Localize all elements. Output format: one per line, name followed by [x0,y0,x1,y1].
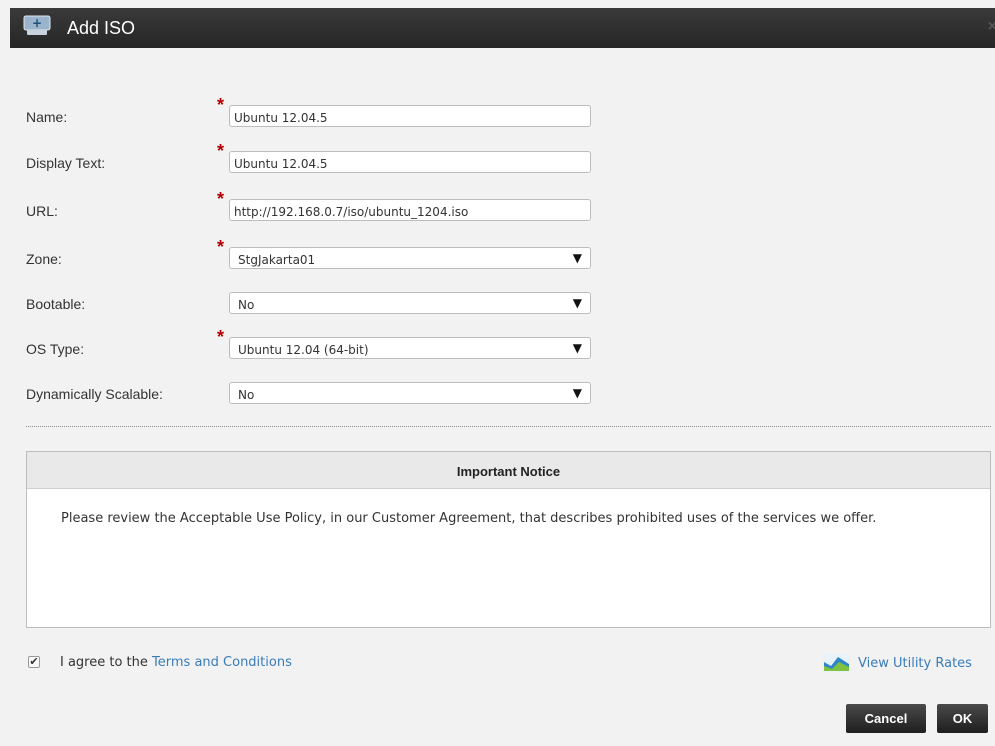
required-marker: * [217,141,225,161]
notice-body: Please review the Acceptable Use Policy,… [61,511,877,526]
close-icon[interactable]: × [988,18,995,36]
os-type-selected-value: Ubuntu 12.04 (64-bit) [238,343,369,357]
agree-checkbox[interactable]: ✔ [28,656,40,668]
zone-label: Zone: [26,251,62,267]
dialog-title: Add ISO [67,18,136,38]
name-label: Name: [26,109,68,125]
required-marker: * [217,327,225,347]
zone-row: Zone: * StgJakarta01 ▼ [0,237,995,275]
dynamically-scalable-label: Dynamically Scalable: [26,386,163,402]
dynamically-scalable-select[interactable]: No ▼ [229,382,591,404]
dynamically-scalable-selected-value: No [238,388,255,402]
dynamically-scalable-row: Dynamically Scalable: No ▼ [0,380,995,410]
required-marker: * [217,95,225,115]
dropdown-arrow-icon: ▼ [572,386,582,400]
dialog-title-bar: + Add ISO × [10,8,995,48]
dropdown-arrow-icon: ▼ [572,296,582,310]
agree-prefix: I agree to the [60,655,153,670]
url-input[interactable]: http://192.168.0.7/iso/ubuntu_1204.iso [229,199,591,221]
bootable-label: Bootable: [26,296,86,312]
dropdown-arrow-icon: ▼ [572,341,582,355]
display-text-row: Display Text: * Ubuntu 12.04.5 [0,141,995,179]
display-text-label: Display Text: [26,155,106,171]
required-marker: * [217,237,225,257]
svg-text:+: + [32,16,42,30]
terms-link[interactable]: Terms and Conditions [152,655,292,670]
bootable-selected-value: No [238,298,255,312]
os-type-select[interactable]: Ubuntu 12.04 (64-bit) ▼ [229,337,591,359]
name-input[interactable]: Ubuntu 12.04.5 [229,105,591,127]
url-label: URL: [26,203,58,219]
section-divider [26,426,991,427]
bootable-select[interactable]: No ▼ [229,292,591,314]
view-utility-rates[interactable]: View Utility Rates [823,653,972,673]
cancel-button[interactable]: Cancel [846,704,926,733]
dropdown-arrow-icon: ▼ [572,251,582,265]
ok-button[interactable]: OK [937,704,988,733]
url-row: URL: * http://192.168.0.7/iso/ubuntu_120… [0,189,995,227]
view-utility-rates-link[interactable]: View Utility Rates [858,656,972,671]
os-type-label: OS Type: [26,341,85,357]
zone-select[interactable]: StgJakarta01 ▼ [229,247,591,269]
zone-selected-value: StgJakarta01 [238,253,316,267]
important-notice-box: Important Notice Please review the Accep… [26,451,991,628]
agree-text: I agree to the Terms and Conditions [60,655,292,670]
required-marker: * [217,189,225,209]
add-iso-icon: + [23,15,51,35]
notice-heading: Important Notice [27,452,990,489]
display-text-input[interactable]: Ubuntu 12.04.5 [229,151,591,173]
chart-icon [823,654,850,672]
bootable-row: Bootable: No ▼ [0,290,995,320]
os-type-row: OS Type: * Ubuntu 12.04 (64-bit) ▼ [0,327,995,365]
name-row: Name: * Ubuntu 12.04.5 [0,95,995,133]
